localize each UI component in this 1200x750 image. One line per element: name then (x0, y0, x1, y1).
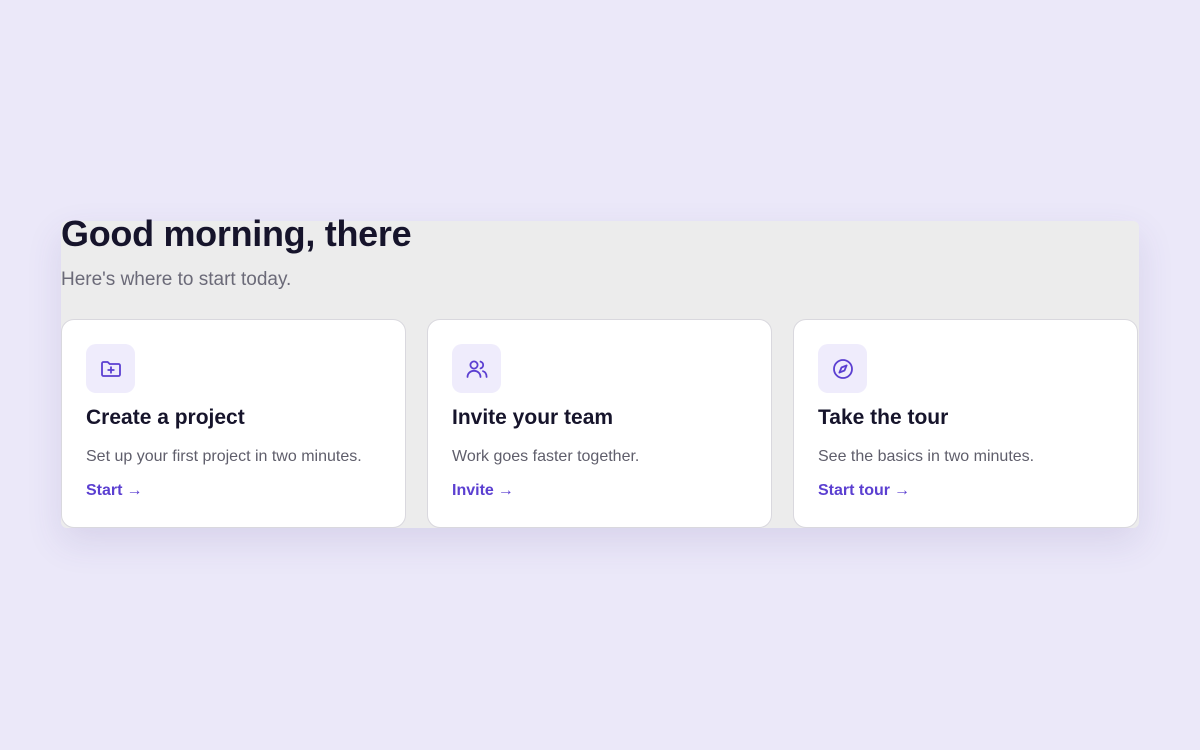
invite-team-card: Invite your team Work goes faster togeth… (427, 319, 772, 528)
page-title: Good morning, there (61, 213, 412, 254)
card-description: Work goes faster together. (452, 448, 640, 465)
invite-link[interactable]: Invite → (452, 482, 514, 500)
create-project-card: Create a project Set up your first proje… (61, 319, 406, 528)
invite-link-label: Invite (452, 482, 494, 499)
arrow-right-icon: → (894, 482, 910, 499)
card-title: Take the tour (818, 406, 949, 429)
card-title: Invite your team (452, 406, 614, 429)
welcome-panel: Good morning, there Here's where to star… (61, 213, 1139, 528)
card-title: Create a project (86, 406, 245, 429)
start-link-label: Start (86, 482, 123, 499)
arrow-right-icon: → (126, 482, 143, 499)
folder-plus-icon (86, 344, 135, 393)
quick-start-cards: Create a project Set up your first proje… (61, 319, 1139, 528)
start-tour-link-label: Start tour (818, 482, 890, 499)
compass-icon (818, 344, 867, 393)
page-subtitle: Here's where to start today. (61, 269, 292, 290)
start-link[interactable]: Start → (86, 482, 142, 500)
take-tour-card: Take the tour See the basics in two minu… (793, 319, 1138, 528)
arrow-right-icon: → (497, 482, 514, 499)
users-icon (452, 344, 501, 393)
card-description: See the basics in two minutes. (818, 448, 1035, 465)
card-description: Set up your first project in two minutes… (86, 448, 362, 465)
start-tour-link[interactable]: Start tour → (818, 482, 910, 500)
